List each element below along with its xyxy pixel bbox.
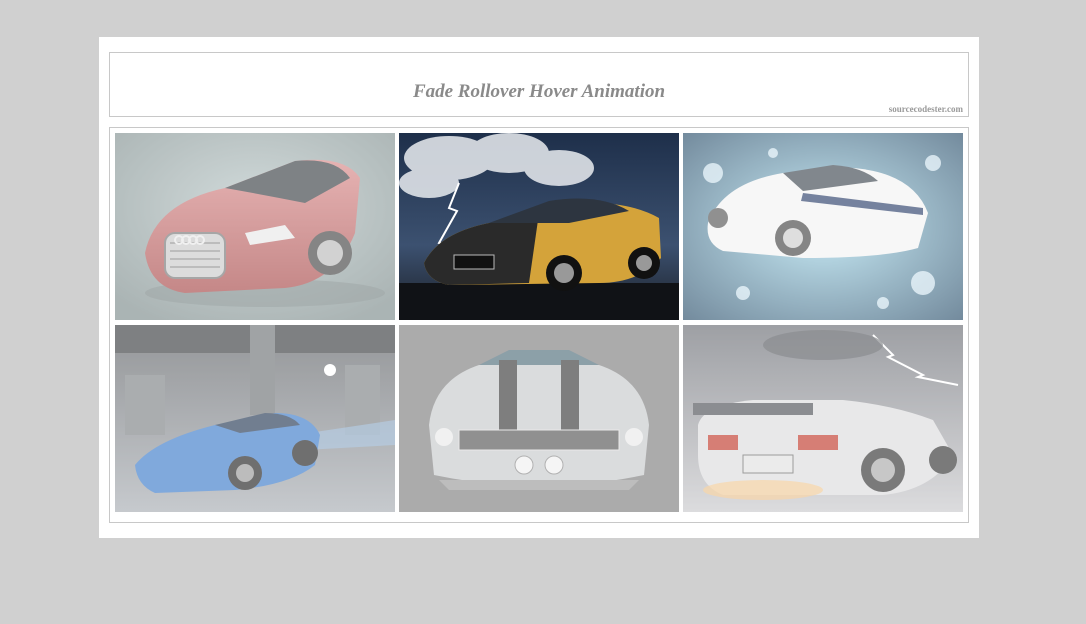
fade-overlay bbox=[683, 133, 963, 320]
fade-overlay bbox=[115, 325, 395, 512]
gallery-image-1[interactable] bbox=[115, 133, 395, 320]
credit-link[interactable]: sourcecodester.com bbox=[889, 104, 963, 114]
gallery-image-3[interactable] bbox=[683, 133, 963, 320]
gallery-image-2[interactable] bbox=[399, 133, 679, 320]
fade-overlay bbox=[683, 325, 963, 512]
image-gallery bbox=[109, 127, 969, 523]
gallery-image-4[interactable] bbox=[115, 325, 395, 512]
gallery-image-5[interactable] bbox=[399, 325, 679, 512]
fade-overlay bbox=[399, 325, 679, 512]
fade-overlay bbox=[115, 133, 395, 320]
page-title: Fade Rollover Hover Animation bbox=[412, 81, 666, 102]
header-panel: Fade Rollover Hover Animation sourcecode… bbox=[109, 52, 969, 117]
page-container: Fade Rollover Hover Animation sourcecode… bbox=[99, 37, 979, 538]
gallery-image-6[interactable] bbox=[683, 325, 963, 512]
